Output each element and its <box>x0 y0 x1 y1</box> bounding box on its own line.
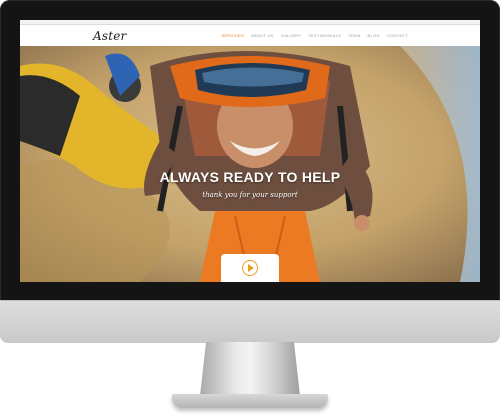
nav-link-blog[interactable]: BLOG <box>368 33 380 38</box>
site-navbar: Aster SERVICES ABOUT US GALLERY TESTIMON… <box>20 25 480 47</box>
play-video-button[interactable] <box>221 254 279 282</box>
nav-link-team[interactable]: TEAM <box>348 33 360 38</box>
nav-link-gallery[interactable]: GALLERY <box>281 33 301 38</box>
play-icon <box>242 260 258 276</box>
nav-link-testimonials[interactable]: TESTIMONIALS <box>308 33 341 38</box>
nav-link-contact[interactable]: CONTACT <box>387 33 408 38</box>
monitor-screen: Aster SERVICES ABOUT US GALLERY TESTIMON… <box>20 20 480 282</box>
monitor-stand <box>200 342 300 396</box>
hero-title: ALWAYS READY TO HELP <box>159 169 341 185</box>
hero-subtitle: thank you for your support <box>202 191 298 199</box>
monitor-base <box>172 394 328 408</box>
nav-links: SERVICES ABOUT US GALLERY TESTIMONIALS T… <box>221 33 408 38</box>
site-logo[interactable]: Aster <box>93 29 126 43</box>
hero-background-image <box>20 46 480 282</box>
nav-link-services[interactable]: SERVICES <box>221 33 244 38</box>
monitor-chin <box>0 300 500 343</box>
nav-link-about-us[interactable]: ABOUT US <box>251 33 274 38</box>
hero-section: ALWAYS READY TO HELP thank you for your … <box>20 46 480 282</box>
